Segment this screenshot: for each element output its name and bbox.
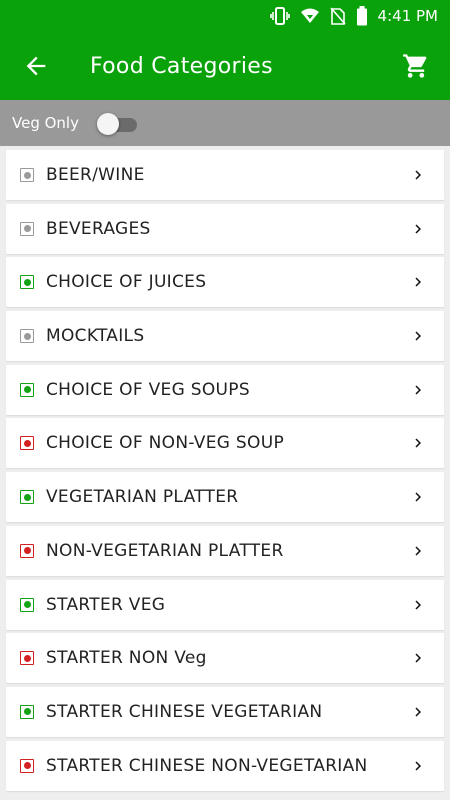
category-item[interactable]: VEGETARIAN PLATTER xyxy=(6,472,444,523)
chevron-right-icon xyxy=(406,270,430,294)
neutral-indicator-icon xyxy=(20,168,34,182)
chevron-right-icon xyxy=(406,378,430,402)
veg-filter-bar: Veg Only xyxy=(0,100,450,146)
veg-indicator-icon xyxy=(20,704,34,719)
category-label: VEGETARIAN PLATTER xyxy=(46,487,239,508)
vibrate-icon xyxy=(269,7,290,25)
arrow-left-icon xyxy=(26,56,46,76)
status-time: 4:41 PM xyxy=(377,7,438,25)
chevron-right-icon xyxy=(406,163,430,187)
chevron-right-icon xyxy=(406,700,430,724)
neutral-indicator-icon xyxy=(20,221,34,236)
category-item[interactable]: CHOICE OF JUICES xyxy=(6,257,444,308)
category-label: STARTER NON Veg xyxy=(46,648,207,669)
category-label: STARTER CHINESE VEGETARIAN xyxy=(46,701,323,722)
category-label: CHOICE OF JUICES xyxy=(46,272,207,293)
category-label: BEVERAGES xyxy=(46,218,151,239)
non-veg-indicator-icon xyxy=(20,543,34,558)
category-list: BEER/WINE BEVERAGES CHOICE OF JUICES MOCKTA… xyxy=(0,146,450,791)
category-label: MOCKTAILS xyxy=(46,326,145,347)
category-item[interactable]: STARTER NON Veg xyxy=(6,633,444,684)
category-label: CHOICE OF NON-VEG SOUP xyxy=(46,433,284,454)
veg-indicator-icon xyxy=(20,490,34,505)
chevron-right-icon xyxy=(406,754,430,778)
battery-icon xyxy=(356,6,368,26)
category-item[interactable]: STARTER CHINESE NON-VEGETARIAN xyxy=(6,740,444,791)
chevron-right-icon xyxy=(406,324,430,348)
category-label: STARTER CHINESE NON-VEGETARIAN xyxy=(46,755,368,776)
back-button[interactable] xyxy=(16,46,56,86)
category-item[interactable]: BEVERAGES xyxy=(6,203,444,254)
cart-button[interactable] xyxy=(396,46,436,86)
no-sim-icon xyxy=(329,7,346,25)
veg-indicator-icon xyxy=(20,382,34,397)
veg-indicator-icon xyxy=(20,275,34,290)
app-bar: Food Categories xyxy=(0,32,450,100)
category-item[interactable]: MOCKTAILS xyxy=(6,311,444,362)
category-item[interactable]: CHOICE OF VEG SOUPS xyxy=(6,364,444,415)
neutral-indicator-icon xyxy=(20,329,34,344)
chevron-right-icon xyxy=(406,646,430,670)
category-item[interactable]: NON-VEGETARIAN PLATTER xyxy=(6,525,444,576)
category-item[interactable]: STARTER VEG xyxy=(6,579,444,630)
non-veg-indicator-icon xyxy=(20,758,34,773)
chevron-right-icon xyxy=(406,539,430,563)
category-item[interactable]: STARTER CHINESE VEGETARIAN xyxy=(6,686,444,737)
category-item[interactable]: CHOICE OF NON-VEG SOUP xyxy=(6,418,444,469)
non-veg-indicator-icon xyxy=(20,436,34,451)
chevron-right-icon xyxy=(406,431,430,455)
non-veg-indicator-icon xyxy=(20,651,34,666)
cart-icon xyxy=(403,54,427,78)
veg-only-label: Veg Only xyxy=(12,114,79,132)
veg-only-toggle[interactable] xyxy=(96,112,139,135)
chevron-right-icon xyxy=(406,217,430,241)
category-item[interactable]: BEER/WINE xyxy=(6,150,444,200)
toggle-thumb xyxy=(96,113,119,135)
veg-indicator-icon xyxy=(20,597,34,612)
status-bar: 4:41 PM xyxy=(0,0,450,32)
category-label: CHOICE OF VEG SOUPS xyxy=(46,379,250,400)
wifi-icon xyxy=(300,7,320,25)
chevron-right-icon xyxy=(406,485,430,509)
category-label: STARTER VEG xyxy=(46,594,166,615)
category-label: NON-VEGETARIAN PLATTER xyxy=(46,540,284,561)
chevron-right-icon xyxy=(406,593,430,617)
category-label: BEER/WINE xyxy=(46,165,145,185)
page-title: Food Categories xyxy=(90,53,273,79)
